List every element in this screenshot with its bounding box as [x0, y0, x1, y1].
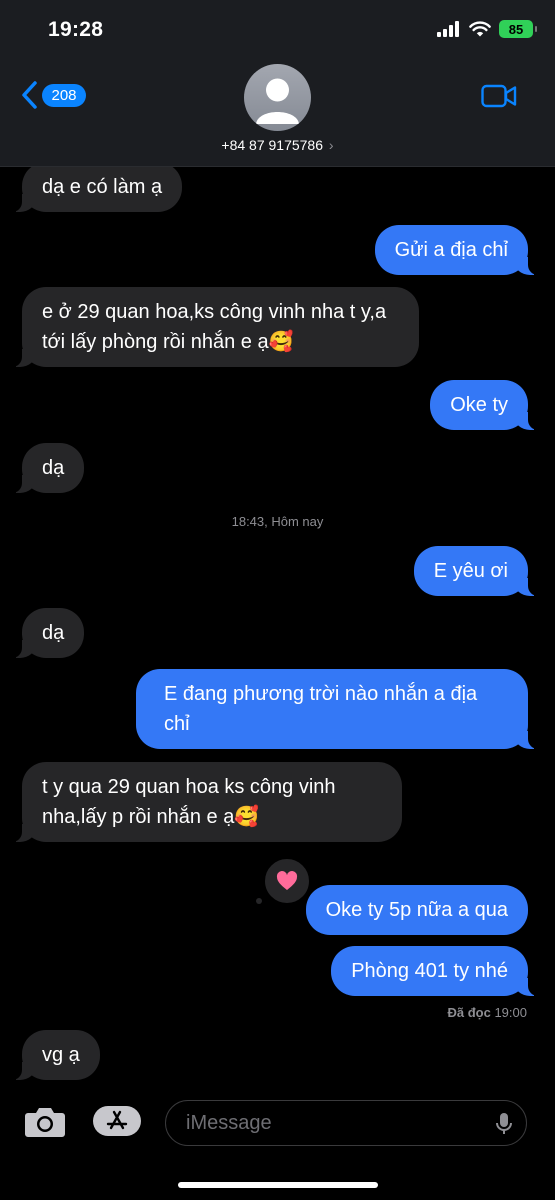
message-bubble-incoming[interactable]: dạ — [11, 443, 85, 493]
message-bubble-outgoing[interactable]: Phòng 401 ty nhé — [331, 946, 538, 996]
conversation-timestamp: 18:43, Hôm nay — [231, 514, 324, 529]
message-bubble-incoming[interactable]: e ở 29 quan hoa,ks công vinh nha t y,a t… — [12, 287, 419, 367]
message-bubble-incoming[interactable]: dạ e có làm ạ — [11, 162, 183, 212]
microphone-button[interactable] — [496, 1112, 512, 1141]
status-bar: 19:28 85 — [0, 0, 555, 60]
microphone-icon — [496, 1113, 512, 1134]
app-store-button[interactable] — [93, 1106, 141, 1136]
tapback-bubble-dot — [256, 898, 262, 904]
cellular-signal-icon — [437, 21, 459, 37]
unread-count-badge: 208 — [42, 83, 86, 107]
status-icons: 85 — [437, 20, 537, 38]
video-camera-icon — [481, 84, 517, 108]
read-receipt-label: Đã đọc — [447, 1005, 491, 1020]
home-indicator — [178, 1182, 378, 1188]
tapback-reaction[interactable] — [263, 857, 311, 905]
camera-button[interactable] — [24, 1106, 66, 1143]
wifi-icon — [469, 21, 491, 37]
camera-icon — [25, 1108, 65, 1137]
contact-avatar[interactable] — [244, 64, 311, 131]
back-button[interactable]: 208 — [20, 80, 86, 110]
compose-bar — [0, 1092, 555, 1162]
facetime-video-button[interactable] — [481, 84, 517, 113]
message-bubble-outgoing[interactable]: E đang phương trời nào nhắn a địa chỉ — [136, 669, 538, 749]
message-input[interactable] — [184, 1111, 478, 1136]
message-bubble-outgoing[interactable]: Gửi a địa chỉ — [374, 225, 539, 275]
person-silhouette-icon — [256, 78, 299, 124]
message-bubble-outgoing[interactable]: Oke ty 5p nữa a qua — [305, 885, 528, 935]
contact-name-row[interactable]: +84 87 9175786 › — [0, 137, 555, 153]
message-bubble-outgoing[interactable]: Oke ty — [430, 380, 538, 430]
heart-icon — [276, 871, 298, 890]
imessage-text-field[interactable] — [165, 1100, 527, 1146]
battery-level: 85 — [508, 21, 524, 37]
contact-phone-number: +84 87 9175786 — [221, 137, 324, 153]
message-bubble-incoming[interactable]: t y qua 29 quan hoa ks công vinh nha,lấy… — [12, 762, 402, 842]
chevron-left-icon — [22, 81, 37, 109]
conversation-header: 19:28 85 208 +84 87 9175786 › — [0, 0, 555, 167]
battery-indicator: 85 — [499, 20, 537, 38]
message-bubble-incoming[interactable]: dạ — [11, 608, 85, 658]
message-bubble-outgoing[interactable]: E yêu ơi — [413, 546, 539, 596]
chevron-right-icon: › — [328, 137, 334, 153]
status-time: 19:28 — [48, 18, 104, 41]
message-bubble-incoming[interactable]: vg ạ — [12, 1030, 100, 1080]
app-store-icon — [106, 1110, 128, 1130]
read-receipt: Đã đọc 19:00 — [447, 1005, 527, 1020]
read-receipt-time: 19:00 — [494, 1005, 527, 1020]
